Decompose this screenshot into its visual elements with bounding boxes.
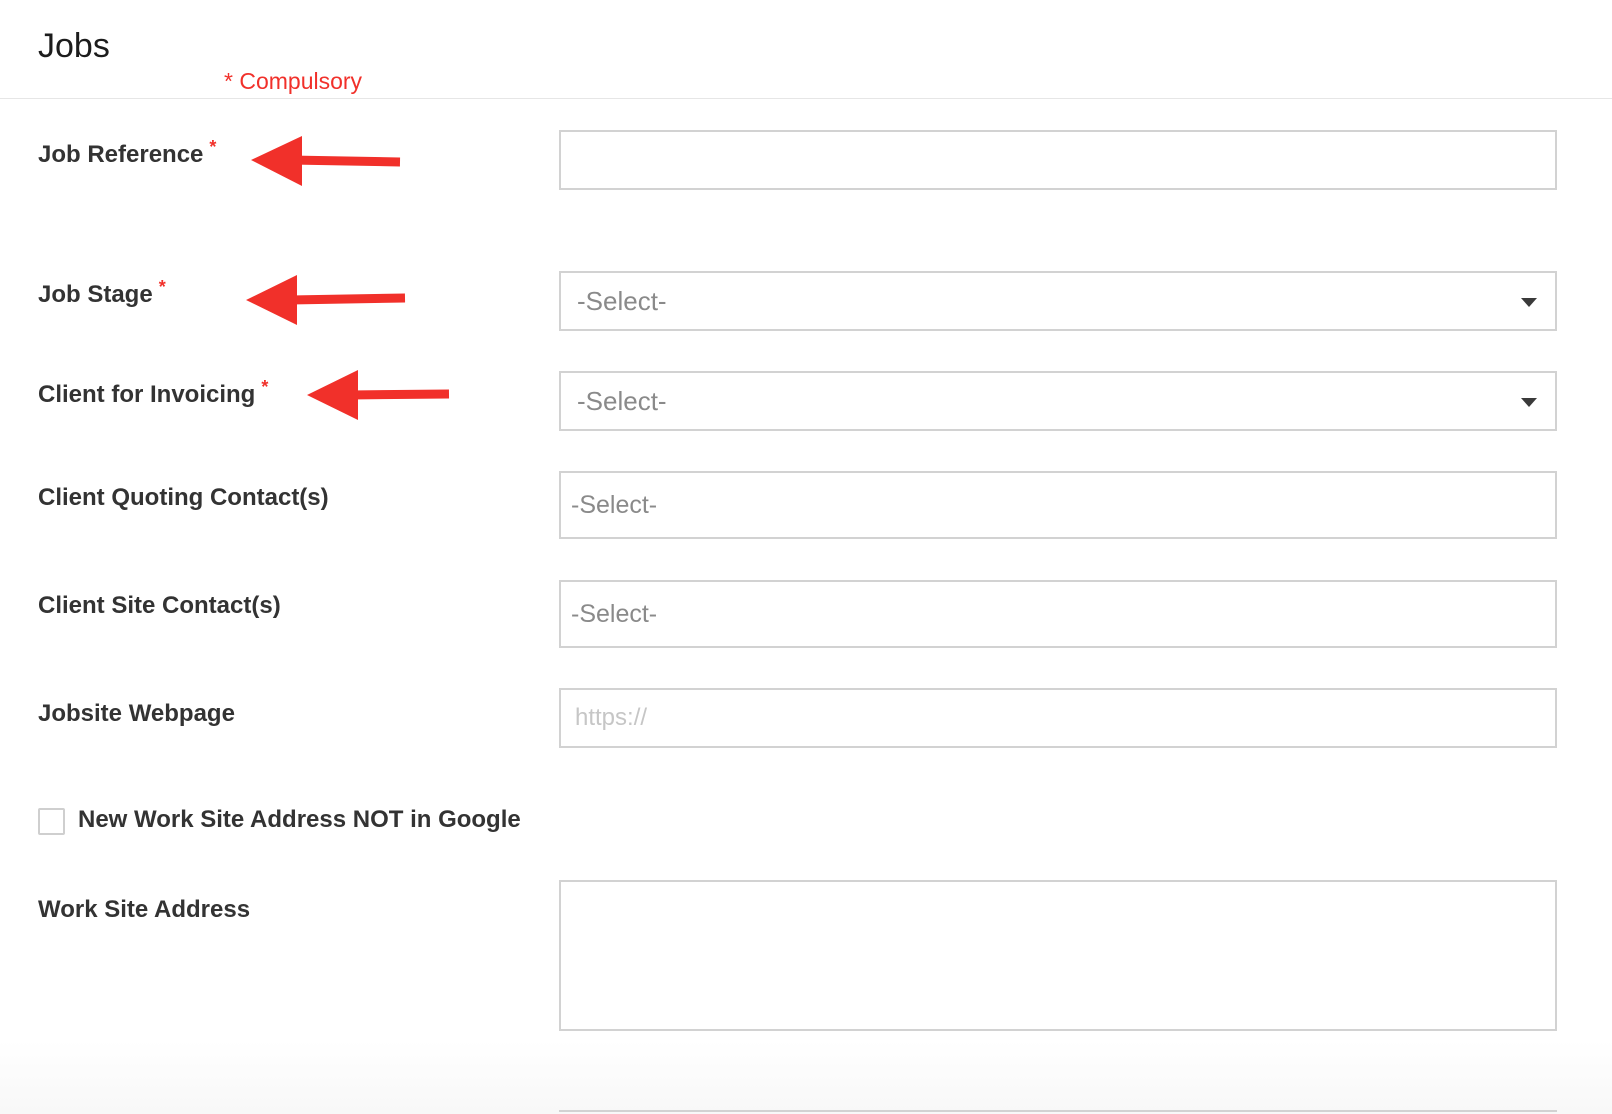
arrow-head [246,275,297,325]
arrow-client-for-invoicing [307,370,450,420]
arrow-shaft [349,389,450,400]
arrow-shaft [289,293,406,305]
arrow-shaft [289,155,401,167]
jobs-form-page: Jobs * Compulsory Job Reference * Job Sta… [0,0,1612,1114]
annotation-layer [246,136,450,420]
arrow-head [307,370,358,420]
arrow-job-stage [246,275,406,325]
arrow-head [251,136,302,186]
arrow-job-reference [251,136,401,186]
